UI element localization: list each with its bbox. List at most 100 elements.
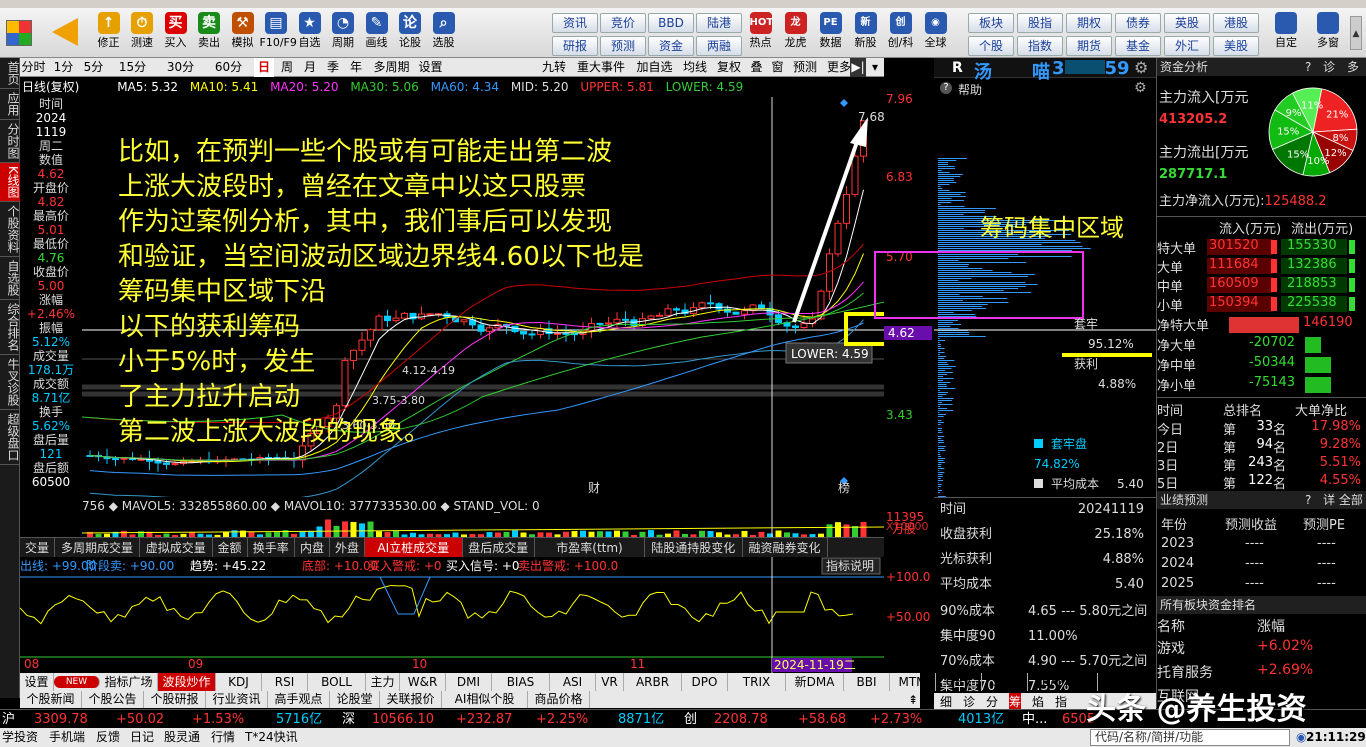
left-tab[interactable]: 应用	[0, 89, 20, 120]
indicator-tab[interactable]: ASI	[550, 673, 596, 691]
indicator-tab[interactable]: 指标广场	[100, 673, 158, 691]
left-tab[interactable]: 个股资料	[0, 202, 20, 257]
expand-up-icon[interactable]: ⇞	[906, 691, 920, 709]
chart-tool-tab[interactable]: 均线	[679, 58, 711, 77]
indicator-tab[interactable]: 主力	[366, 673, 400, 691]
market-button[interactable]: 个股	[968, 36, 1014, 56]
market-button[interactable]: 债券	[1115, 13, 1161, 33]
indicator-tab[interactable]: ARBR	[624, 673, 682, 691]
help-link[interactable]: 帮助	[958, 81, 982, 98]
period-tab[interactable]: 多周期	[369, 58, 414, 77]
chart-tool-tab[interactable]: 窗	[768, 58, 787, 77]
indicator-tab[interactable]: TRIX	[728, 673, 786, 691]
chart-tool-tab[interactable]: 复权	[713, 58, 745, 77]
chip-tab[interactable]: 细	[940, 693, 952, 710]
sector-name[interactable]: 游戏	[1157, 638, 1185, 658]
toolbar-clock-button[interactable]: ◔ 周期	[327, 10, 360, 56]
indicator-tab[interactable]: DPO	[682, 673, 728, 691]
volume-tab[interactable]: 融资融券变化	[743, 538, 828, 558]
toolbar-pe-button[interactable]: PE 数据	[814, 10, 847, 56]
period-tab[interactable]: 分时	[20, 58, 47, 77]
event-marker[interactable]: 财	[588, 481, 600, 495]
help-icon[interactable]: ?	[1305, 491, 1311, 509]
chip-tab[interactable]: 焰	[1032, 693, 1044, 710]
toolbar-hammer-button[interactable]: ⚒ 模拟	[226, 10, 259, 56]
toolbar-f10-button[interactable]: ▤ F10/F9	[260, 10, 297, 56]
toolbar-dragon-button[interactable]: 龙龙虎	[779, 10, 812, 56]
indicator-tab[interactable]: BOLL	[308, 673, 366, 691]
quick-button[interactable]: BBD	[648, 13, 694, 33]
indicator-tab[interactable]: RSI	[262, 673, 308, 691]
news-tab[interactable]: 高手观点	[268, 691, 330, 708]
period-tab[interactable]: 30分	[158, 58, 203, 77]
period-tab[interactable]: 15分	[110, 58, 155, 77]
quick-button[interactable]: 竞价	[600, 13, 646, 33]
volume-tab[interactable]: 多周期成交量	[55, 538, 140, 558]
volume-tab[interactable]: 市盈率(ttm)	[535, 538, 645, 558]
market-button[interactable]: 期权	[1066, 13, 1112, 33]
market-button[interactable]: 基金	[1115, 36, 1161, 56]
chip-tab[interactable]: 筹	[1009, 693, 1022, 710]
period-tab[interactable]: 周	[277, 58, 297, 77]
market-button[interactable]: 股指	[1017, 13, 1063, 33]
news-tab[interactable]: AI相似个股	[442, 691, 528, 708]
left-tab[interactable]: K线图	[0, 163, 20, 202]
period-tab[interactable]: 日	[254, 58, 274, 77]
footer-link[interactable]: 反馈	[96, 728, 120, 747]
left-tab[interactable]: 自选股	[0, 257, 20, 300]
volume-tab[interactable]: 金额	[213, 538, 248, 558]
news-tab[interactable]: 个股新闻	[20, 691, 82, 708]
volume-tab[interactable]: AI立桩成交量	[365, 538, 463, 558]
indicator-tab[interactable]: 波段炒作	[158, 673, 216, 691]
market-button[interactable]: 美股	[1213, 36, 1259, 56]
footer-link[interactable]: 手机端	[49, 728, 85, 747]
dropdown-icon[interactable]: ▾	[868, 58, 882, 77]
footer-link[interactable]: 学投资	[2, 728, 38, 747]
gear-icon[interactable]: ⚙	[1134, 58, 1148, 77]
footer-link[interactable]: 行情	[211, 728, 235, 747]
indicator-tab[interactable]: BBI	[844, 673, 890, 691]
chart-tool-tab[interactable]: 预测	[789, 58, 821, 77]
indicator-tab[interactable]: KDJ	[216, 673, 262, 691]
period-tab[interactable]: 设置	[417, 58, 444, 77]
volume-tab[interactable]: 外盘	[330, 538, 365, 558]
chip-tab[interactable]: 指	[1055, 693, 1067, 710]
market-button[interactable]: 期货	[1066, 36, 1112, 56]
volume-tab[interactable]: 换手率	[248, 538, 295, 558]
toolbar-newstock-button[interactable]: 新新股	[849, 10, 882, 56]
market-button[interactable]: 板块	[968, 13, 1014, 33]
toolbar-right-button[interactable]: 多窗	[1308, 10, 1348, 56]
news-tab[interactable]: 个股研报	[144, 691, 206, 708]
diagnose-link[interactable]: 诊	[1323, 58, 1335, 76]
sector-name[interactable]: 托育服务	[1157, 662, 1213, 682]
left-tab[interactable]: 牛叉诊股	[0, 355, 20, 410]
indicator-help-button[interactable]: 指标说明	[821, 557, 881, 575]
quick-button[interactable]: 两融	[696, 36, 742, 56]
toolbar-pen-button[interactable]: ✎ 画线	[360, 10, 393, 56]
market-button[interactable]: 指数	[1017, 36, 1063, 56]
news-tab[interactable]: 论股堂	[330, 691, 380, 708]
market-button[interactable]: 港股	[1213, 13, 1259, 33]
indicator-tab[interactable]: MTM	[890, 673, 936, 691]
more-link[interactable]: 多	[1347, 58, 1359, 76]
volume-tab[interactable]: 交量	[20, 538, 55, 558]
toolbar-buy-button[interactable]: 买买入	[159, 10, 192, 56]
indicator-tab[interactable]: SAR	[982, 673, 1028, 691]
indicator-tab[interactable]: 新DMA	[786, 673, 844, 691]
volume-tab[interactable]: 虚拟成交量	[140, 538, 213, 558]
toolbar-speed-button[interactable]: ⏱ 测速	[126, 10, 159, 56]
chart-tool-tab[interactable]: 九转	[538, 58, 570, 77]
event-marker[interactable]: 榜	[838, 480, 850, 495]
indicator-tab[interactable]: VR	[596, 673, 624, 691]
left-tab[interactable]: 超级盘口	[0, 410, 20, 465]
forecast-more-link[interactable]: 详 全部	[1323, 491, 1363, 509]
period-tab[interactable]: 月	[300, 58, 320, 77]
indicator-tab[interactable]: 设置	[20, 673, 54, 691]
news-tab[interactable]: 个股公告	[82, 691, 144, 708]
news-tab[interactable]: 商品价格	[528, 691, 590, 708]
toolbar-star-button[interactable]: ★ 自选	[293, 10, 326, 56]
settings-icon[interactable]: ⚙	[1134, 80, 1147, 96]
left-tab[interactable]: 综合排名	[0, 300, 20, 355]
quick-button[interactable]: 研报	[552, 36, 598, 56]
toolbar-scroll-icon[interactable]: ▲	[1350, 16, 1362, 50]
